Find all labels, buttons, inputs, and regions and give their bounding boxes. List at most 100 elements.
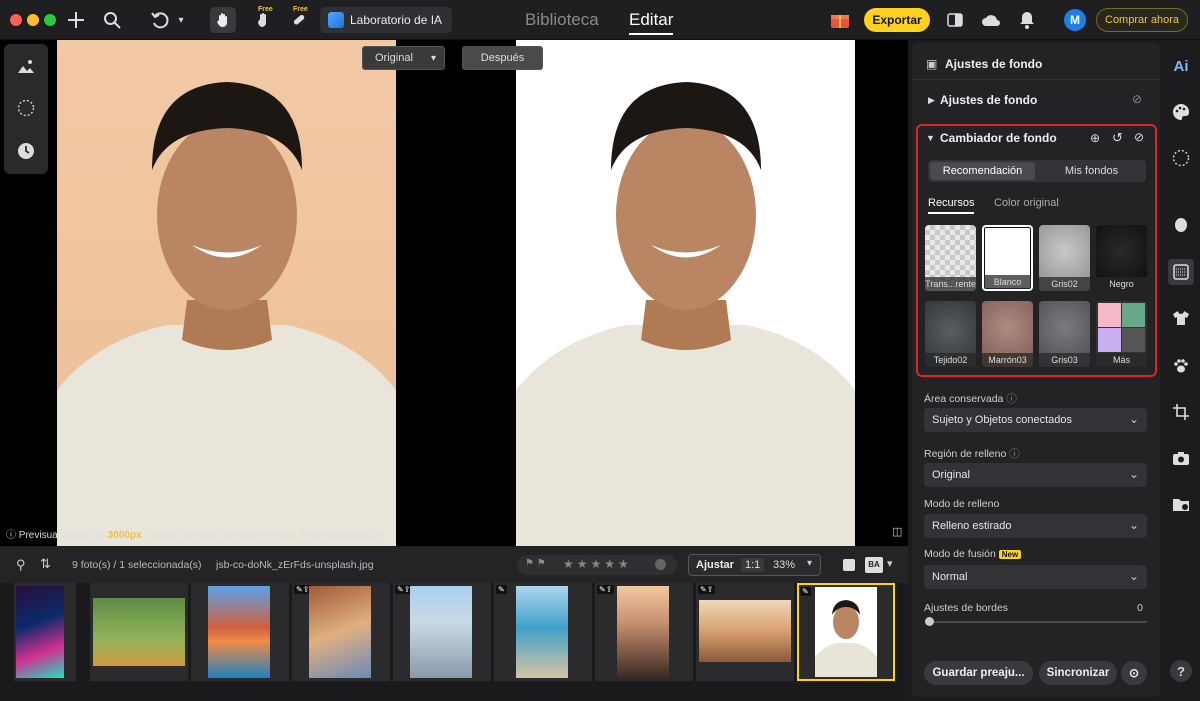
preview-note-size: 3000px	[107, 530, 142, 541]
tab-edit[interactable]: Editar	[629, 10, 674, 35]
chevron-down-icon[interactable]: ▾	[174, 8, 188, 32]
cloud-sync-icon[interactable]	[979, 8, 1003, 32]
fit-button[interactable]: Ajustar	[696, 559, 734, 571]
edge-adjust-slider-track[interactable]	[928, 621, 1147, 623]
ai-tools-icon[interactable]: Ai	[1168, 53, 1194, 79]
zoom-value[interactable]: 33%	[773, 559, 795, 571]
before-after-icon[interactable]: BA	[865, 557, 883, 573]
edge-adjust-slider-handle[interactable]	[925, 617, 934, 626]
sort-icon[interactable]: ⇅	[40, 556, 51, 572]
thumbnail-8[interactable]: ✎⇪	[696, 583, 794, 681]
image-canvas[interactable]: Original ▾ Después ⓘ Previsualización de…	[0, 40, 908, 546]
color-label-icon[interactable]	[655, 559, 666, 570]
thumbnail-9-selected[interactable]: ✎	[797, 583, 895, 681]
chevron-down-icon[interactable]: ▾	[807, 558, 812, 569]
star-rating[interactable]: ★★★★★	[563, 557, 632, 571]
background-icon[interactable]	[1168, 259, 1194, 285]
preserved-area-label-text: Área conservada	[924, 393, 1004, 405]
after-button[interactable]: Después	[462, 46, 543, 70]
info-icon[interactable]: ⓘ	[1009, 448, 1020, 460]
paw-icon[interactable]	[1168, 353, 1194, 379]
thumbnail-6[interactable]: ✎	[494, 583, 592, 681]
flag-icon[interactable]: ⚑ ⚑	[525, 558, 546, 569]
swatch-more[interactable]: Más	[1096, 301, 1147, 367]
fill-region-dropdown[interactable]: Original ⌄	[924, 463, 1147, 487]
single-view-icon[interactable]	[843, 559, 855, 571]
edited-badge-icon: ✎⇪	[597, 585, 615, 594]
gift-icon[interactable]	[828, 8, 852, 32]
tab-resources[interactable]: Recursos	[928, 197, 975, 214]
preserved-area-dropdown[interactable]: Sujeto y Objetos conectados ⌄	[924, 408, 1147, 432]
compare-dropdown[interactable]: Original ▾	[362, 46, 445, 70]
edited-badge-icon: ✎	[800, 587, 811, 596]
hand-tool-icon[interactable]	[210, 7, 236, 33]
buy-now-button[interactable]: Comprar ahora	[1096, 8, 1188, 32]
swatch-white-selected[interactable]: Blanco	[982, 225, 1033, 291]
export-button[interactable]: Exportar	[864, 8, 930, 32]
tab-my-backgrounds[interactable]: Mis fondos	[1039, 162, 1144, 180]
left-tool-strip	[4, 44, 48, 174]
camera-icon[interactable]	[1168, 445, 1194, 471]
swatch-label: Tejido02	[925, 353, 976, 367]
tab-original-color[interactable]: Color original	[994, 197, 1059, 209]
add-circle-icon[interactable]: ⊕	[1090, 131, 1100, 145]
thumbnail-5[interactable]: ✎⇪	[393, 583, 491, 681]
thumbnail-4[interactable]: ✎⇪	[292, 583, 390, 681]
avatar[interactable]: M	[1064, 9, 1086, 31]
eraser-icon[interactable]: ⊘	[1134, 130, 1144, 144]
sync-settings-icon[interactable]: ⊙	[1121, 661, 1147, 685]
texture-icon[interactable]	[1168, 145, 1194, 171]
fill-region-label: Región de relleno ⓘ	[924, 446, 1020, 461]
undo-icon[interactable]	[148, 8, 172, 32]
filter-icon[interactable]: ⚲	[16, 557, 26, 573]
portrait-icon[interactable]	[1168, 213, 1194, 239]
background-changer-section: ▼ Cambiador de fondo ⊕ ↺ ⊘ Recomendación…	[916, 124, 1157, 377]
blend-mode-dropdown[interactable]: Normal ⌄	[924, 565, 1147, 589]
blend-mode-label-text: Modo de fusión	[924, 548, 996, 560]
folder-settings-icon[interactable]	[1168, 491, 1194, 517]
minimize-window-button[interactable]	[27, 14, 39, 26]
close-window-button[interactable]	[10, 14, 22, 26]
image-adjust-icon[interactable]	[14, 54, 38, 78]
texture-icon[interactable]	[14, 96, 38, 120]
info-icon[interactable]: ⓘ	[1006, 393, 1017, 405]
fill-mode-dropdown[interactable]: Relleno estirado ⌄	[924, 514, 1147, 538]
expand-arrow-icon[interactable]: ▶	[928, 95, 935, 106]
reset-icon[interactable]: ↺	[1112, 130, 1123, 146]
tab-recommendation[interactable]: Recomendación	[930, 162, 1035, 180]
swatch-gray02[interactable]: Gris02	[1039, 225, 1090, 291]
notification-bell-icon[interactable]	[1015, 8, 1039, 32]
ai-lab-button[interactable]: Laboratorio de IA	[320, 7, 452, 33]
tab-library[interactable]: Biblioteca	[525, 10, 599, 30]
palette-icon[interactable]	[1168, 99, 1194, 125]
thumbnail-1[interactable]	[14, 583, 76, 681]
ratio-button[interactable]: 1:1	[741, 558, 765, 572]
crop-icon[interactable]	[1168, 399, 1194, 425]
maximize-window-button[interactable]	[44, 14, 56, 26]
swatch-fabric02[interactable]: Tejido02	[925, 301, 976, 367]
swatch-brown03[interactable]: Marrón03	[982, 301, 1033, 367]
search-icon[interactable]	[100, 8, 124, 32]
swatch-black[interactable]: Negro	[1096, 225, 1147, 291]
swatch-label: Más	[1096, 353, 1147, 367]
sync-button[interactable]: Sincronizar	[1039, 661, 1117, 685]
thumbnail-2[interactable]	[90, 583, 188, 681]
history-icon[interactable]	[14, 139, 38, 163]
clothing-icon[interactable]	[1168, 305, 1194, 331]
fill-region-value: Original	[932, 469, 970, 481]
swatch-transparent[interactable]: Trans...rente	[925, 225, 976, 291]
filmstrip: ✎⇪ ✎⇪ ✎ ✎⇪ ✎⇪ ✎	[0, 583, 908, 701]
thumbnail-7[interactable]: ✎⇪	[595, 583, 693, 681]
compare-layout-icon[interactable]: ◫	[892, 525, 902, 538]
help-icon[interactable]: ?	[1170, 660, 1192, 682]
save-preset-button[interactable]: Guardar preaju...	[924, 661, 1033, 685]
add-icon[interactable]	[64, 8, 88, 32]
chevron-down-icon[interactable]: ▾	[887, 557, 893, 570]
eraser-icon[interactable]: ⊘	[1132, 92, 1142, 106]
section-background-settings[interactable]: Ajustes de fondo	[940, 93, 1037, 107]
swatch-gray03[interactable]: Gris03	[1039, 301, 1090, 367]
thumbnail-3[interactable]	[191, 583, 289, 681]
file-name: jsb-co-doNk_zErFds-unsplash.jpg	[216, 559, 374, 571]
collapse-arrow-icon[interactable]: ▼	[926, 133, 935, 143]
sidebar-toggle-icon[interactable]	[943, 8, 967, 32]
